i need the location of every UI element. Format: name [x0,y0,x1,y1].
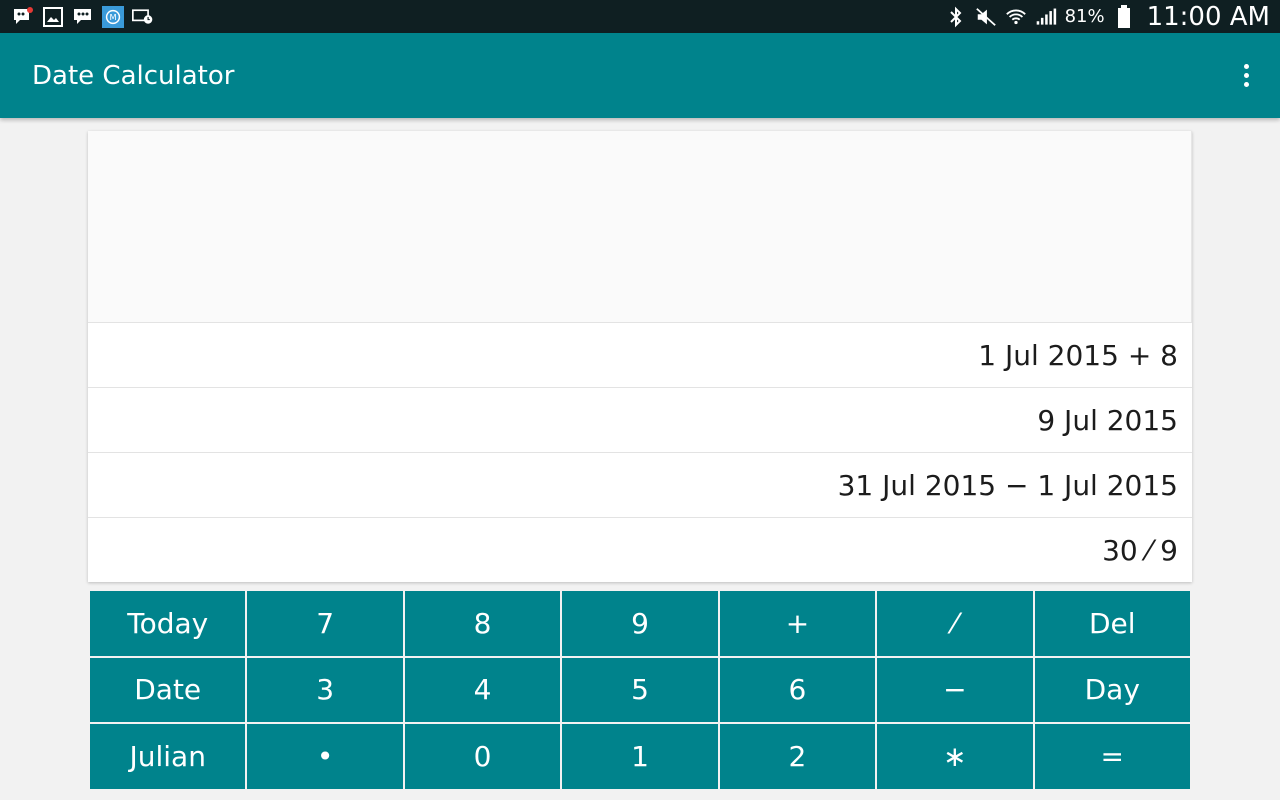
battery-percentage: 81% [1064,6,1105,27]
messenger-icon: M [102,5,124,28]
wifi-icon [1005,6,1027,28]
keypad: Today 7 8 9 + ⁄ Del Date 3 4 5 6 − Day J… [90,591,1190,789]
status-left-icons: M [12,5,154,28]
digit-1-button[interactable]: 1 [562,724,718,789]
svg-text:M: M [109,12,116,22]
day-button[interactable]: Day [1034,657,1190,723]
digit-5-button[interactable]: 5 [562,657,718,723]
overflow-dot [1243,73,1249,78]
bluetooth-icon [945,6,967,28]
digit-9-button[interactable]: 9 [562,591,718,656]
delete-button[interactable]: Del [1034,591,1190,656]
status-right-icons: 81% 11:00 AM [945,2,1270,32]
app-title: Date Calculator [32,60,235,91]
result-display [88,131,1192,322]
decimal-point-button[interactable]: • [247,724,403,789]
bbm-icon [72,6,94,28]
calculation-card: 1 Jul 2015 + 8 9 Jul 2015 31 Jul 2015 − … [88,131,1192,582]
signal-icon [1035,6,1057,28]
gallery-icon [42,6,64,28]
history-item[interactable]: 30 ⁄ 9 [88,517,1192,582]
equals-button[interactable]: = [1034,724,1190,789]
digit-8-button[interactable]: 8 [404,591,561,656]
overflow-menu-icon[interactable] [1226,56,1266,96]
digit-2-button[interactable]: 2 [719,724,876,789]
plus-button[interactable]: + [719,591,876,656]
history-item[interactable]: 9 Jul 2015 [88,387,1192,452]
julian-button[interactable]: Julian [90,724,246,789]
date-button[interactable]: Date [90,657,246,723]
overflow-dot [1243,64,1249,69]
today-button[interactable]: Today [90,591,246,656]
overflow-dot [1243,82,1249,87]
multiply-button[interactable]: ∗ [877,724,1033,789]
history-item[interactable]: 1 Jul 2015 + 8 [88,322,1192,387]
clock: 11:00 AM [1146,1,1270,32]
battery-icon [1113,4,1135,28]
digit-0-button[interactable]: 0 [404,724,561,789]
digit-6-button[interactable]: 6 [719,657,876,723]
mute-icon [975,6,997,28]
minus-button[interactable]: − [877,657,1033,723]
digit-3-button[interactable]: 3 [247,657,403,723]
status-bar: M 81% 11:00 AM [0,0,1280,33]
divide-button[interactable]: ⁄ [877,591,1033,656]
digit-4-button[interactable]: 4 [404,657,561,723]
digit-7-button[interactable]: 7 [247,591,403,656]
history-item[interactable]: 31 Jul 2015 − 1 Jul 2015 [88,452,1192,517]
app-bar: Date Calculator [0,33,1280,118]
cast-alarm-icon [132,6,154,28]
bbm-notification-icon [12,6,34,28]
